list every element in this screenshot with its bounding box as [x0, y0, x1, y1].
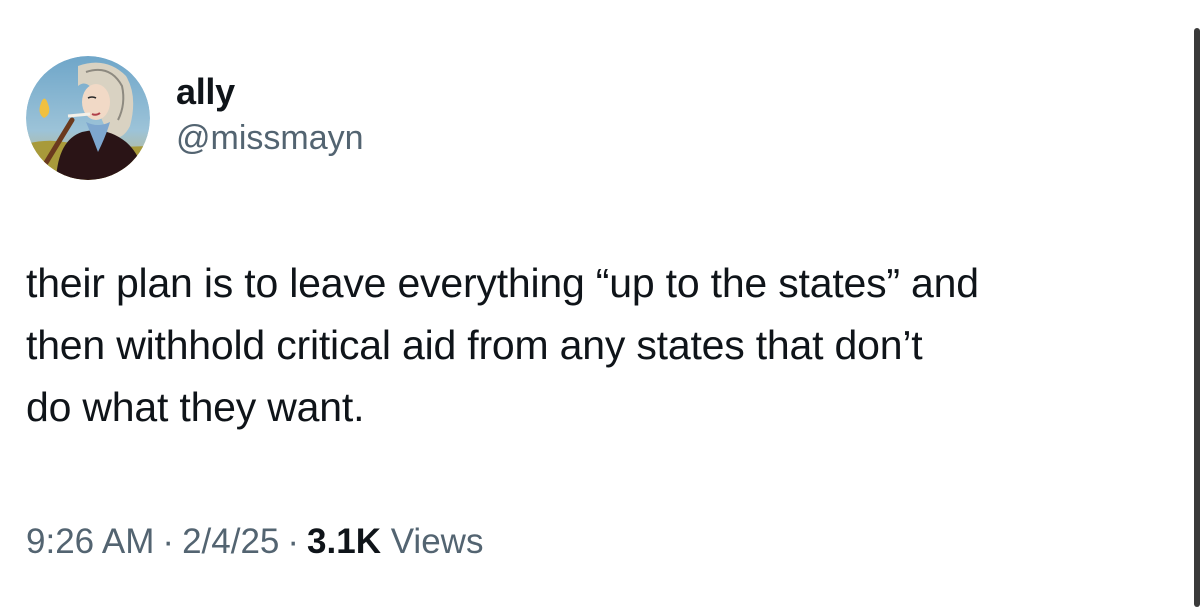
scrollbar[interactable] — [1194, 28, 1200, 607]
tweet-time[interactable]: 9:26 AM — [26, 522, 154, 561]
meta-separator: · — [287, 522, 300, 561]
avatar[interactable] — [26, 56, 150, 180]
views-label: Views — [390, 522, 484, 561]
tweet-meta: 9:26 AM · 2/4/25 · 3.1K Views — [26, 518, 483, 566]
meta-separator: · — [162, 522, 175, 561]
tweet-header: ally @missmayn — [26, 56, 364, 180]
author-display-name[interactable]: ally — [176, 70, 364, 114]
tweet-date[interactable]: 2/4/25 — [182, 522, 279, 561]
tweet-text: their plan is to leave everything “up to… — [26, 260, 979, 430]
views-count: 3.1K — [307, 522, 381, 561]
author-names: ally @missmayn — [176, 70, 364, 160]
tweet-card: ally @missmayn their plan is to leave ev… — [0, 0, 1200, 607]
author-handle[interactable]: @missmayn — [176, 116, 364, 160]
